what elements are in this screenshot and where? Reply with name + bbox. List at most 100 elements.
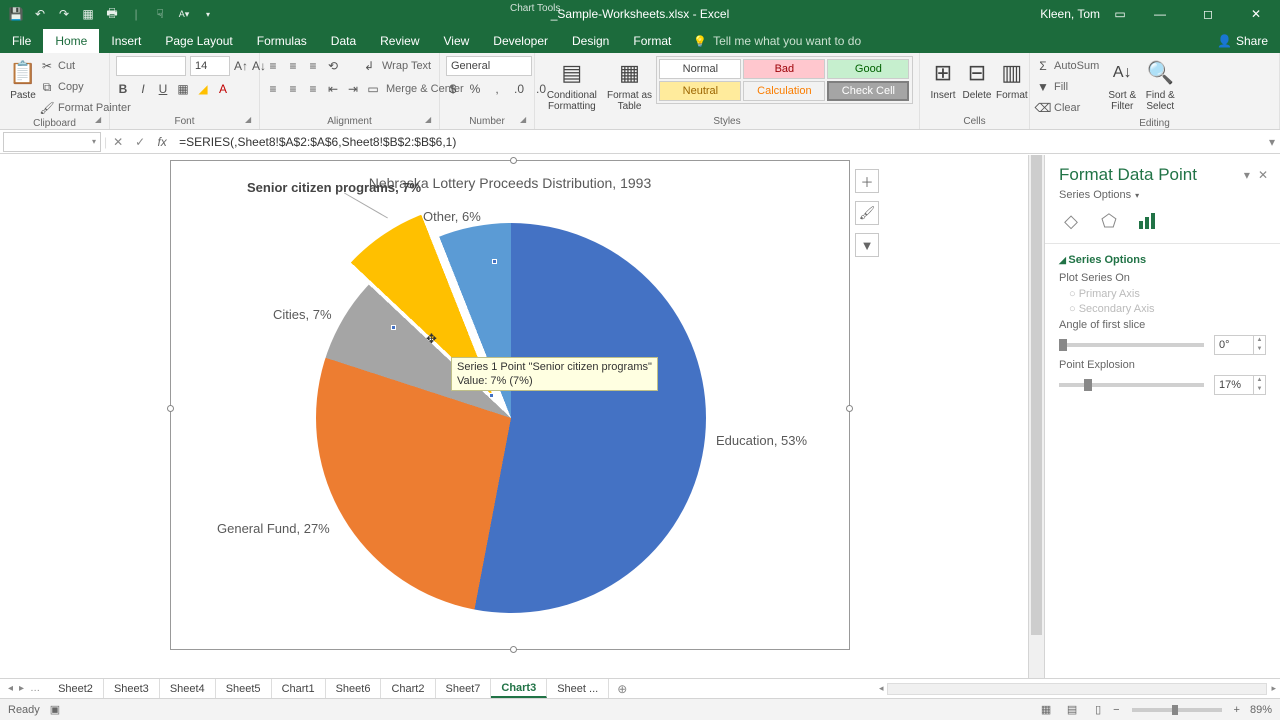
tab-review[interactable]: Review <box>368 29 431 53</box>
sort-filter-button[interactable]: A↓Sort & Filter <box>1103 56 1141 114</box>
worksheet-area[interactable]: Nebraska Lottery Proceeds Distribution, … <box>0 155 1028 680</box>
align-top-icon[interactable]: ≡ <box>266 59 280 73</box>
sheet-tab[interactable]: Chart1 <box>272 679 326 698</box>
border-icon[interactable]: ▦ <box>176 82 190 96</box>
style-calculation[interactable]: Calculation <box>743 81 825 101</box>
sheet-tab[interactable]: Sheet5 <box>216 679 272 698</box>
paste-button[interactable]: 📋 Paste <box>6 56 40 103</box>
tab-page-layout[interactable]: Page Layout <box>153 29 244 53</box>
grow-font-icon[interactable]: A↑ <box>234 59 248 73</box>
page-layout-view-icon[interactable]: ▤ <box>1061 702 1083 718</box>
zoom-level[interactable]: 89% <box>1250 704 1272 716</box>
wrap-text-button[interactable]: Wrap Text <box>382 60 431 72</box>
tell-me-search[interactable]: Tell me what you want to do <box>683 29 871 53</box>
format-as-table-button[interactable]: ▦ Format as Table <box>603 56 657 114</box>
sheet-tab[interactable]: Sheet ... <box>547 679 609 698</box>
chevron-down-icon[interactable]: ▾ <box>92 137 96 146</box>
qat-icon[interactable]: A▾ <box>176 6 192 22</box>
formula-input[interactable]: =SERIES(,Sheet8!$A$2:$A$6,Sheet8!$B$2:$B… <box>173 135 1264 149</box>
sheet-nav[interactable]: ◂▸… <box>0 679 48 698</box>
sheet-tab[interactable]: Sheet7 <box>436 679 492 698</box>
inc-decimal-icon[interactable]: .0 <box>512 82 526 96</box>
save-icon[interactable]: 💾 <box>8 6 24 22</box>
enter-formula-icon[interactable]: ✓ <box>129 135 151 149</box>
touch-icon[interactable]: ☟ <box>152 6 168 22</box>
chart-styles-button[interactable]: 🖌 <box>855 201 879 225</box>
number-format-combo[interactable]: General <box>446 56 532 76</box>
undo-icon[interactable]: ↶ <box>32 6 48 22</box>
explosion-input[interactable]: 17%▲▼ <box>1214 375 1266 395</box>
fill-line-icon[interactable]: ◇ <box>1059 209 1083 233</box>
page-break-view-icon[interactable]: ▯ <box>1087 702 1109 718</box>
align-center-icon[interactable]: ≡ <box>286 82 300 96</box>
angle-slider[interactable] <box>1059 343 1204 347</box>
sheet-tab[interactable]: Sheet4 <box>160 679 216 698</box>
expand-formula-bar-icon[interactable]: ▾ <box>1264 135 1280 149</box>
autosum-button[interactable]: ΣAutoSum <box>1036 56 1099 76</box>
style-neutral[interactable]: Neutral <box>659 81 741 101</box>
font-size-combo[interactable]: 14 <box>190 56 230 76</box>
dialog-launcher-icon[interactable]: ◢ <box>95 115 107 127</box>
zoom-out-icon[interactable]: − <box>1113 704 1119 716</box>
label-education[interactable]: Education, 53% <box>716 433 807 448</box>
bold-icon[interactable]: B <box>116 82 130 96</box>
qat-icon[interactable]: 🖶 <box>104 6 120 22</box>
close-button[interactable]: ✕ <box>1236 0 1276 28</box>
insert-function-icon[interactable]: fx <box>151 135 173 149</box>
italic-icon[interactable]: I <box>136 82 150 96</box>
pie-chart[interactable]: ✥ <box>316 223 706 613</box>
format-cells-button[interactable]: ▥Format <box>994 56 1030 103</box>
orientation-icon[interactable]: ⟲ <box>326 59 340 73</box>
style-bad[interactable]: Bad <box>743 59 825 79</box>
series-options-icon[interactable] <box>1135 209 1159 233</box>
pane-close-icon[interactable]: ✕ <box>1258 168 1268 182</box>
label-senior[interactable]: Senior citizen programs, 7% <box>247 180 347 195</box>
sheet-tab[interactable]: Sheet6 <box>326 679 382 698</box>
angle-input[interactable]: 0°▲▼ <box>1214 335 1266 355</box>
font-name-combo[interactable] <box>116 56 186 76</box>
chart-filters-button[interactable]: ▼ <box>855 233 879 257</box>
cell-styles-gallery[interactable]: Normal Bad Good Neutral Calculation Chec… <box>656 56 913 104</box>
tab-formulas[interactable]: Formulas <box>245 29 319 53</box>
dialog-launcher-icon[interactable]: ◢ <box>245 115 257 127</box>
tab-developer[interactable]: Developer <box>481 29 560 53</box>
label-other[interactable]: Other, 6% <box>423 209 481 224</box>
qat-more-icon[interactable]: ▾ <box>200 6 216 22</box>
new-sheet-button[interactable]: ⊕ <box>609 679 635 698</box>
tab-chart-design[interactable]: Design <box>560 29 621 53</box>
comma-icon[interactable]: , <box>490 82 504 96</box>
fill-color-icon[interactable]: ◢ <box>196 82 210 96</box>
sheet-tab-active[interactable]: Chart3 <box>491 679 547 698</box>
sheet-tab[interactable]: Sheet2 <box>48 679 104 698</box>
label-general-fund[interactable]: General Fund, 27% <box>217 521 330 536</box>
redo-icon[interactable]: ↷ <box>56 6 72 22</box>
zoom-in-icon[interactable]: + <box>1234 704 1240 716</box>
style-normal[interactable]: Normal <box>659 59 741 79</box>
dialog-launcher-icon[interactable]: ◢ <box>425 115 437 127</box>
cancel-formula-icon[interactable]: ✕ <box>107 135 129 149</box>
align-middle-icon[interactable]: ≡ <box>286 59 300 73</box>
conditional-formatting-button[interactable]: ▤ Conditional Formatting <box>541 56 603 114</box>
label-cities[interactable]: Cities, 7% <box>273 307 332 322</box>
minimize-button[interactable]: — <box>1140 0 1180 28</box>
dialog-launcher-icon[interactable]: ◢ <box>520 115 532 127</box>
tab-insert[interactable]: Insert <box>99 29 153 53</box>
font-color-icon[interactable]: A <box>216 82 230 96</box>
percent-icon[interactable]: % <box>468 82 482 96</box>
align-bottom-icon[interactable]: ≡ <box>306 59 320 73</box>
share-button[interactable]: 👤Share <box>1205 29 1280 53</box>
pane-options-icon[interactable]: ▾ <box>1244 168 1250 182</box>
fill-button[interactable]: ▼Fill <box>1036 77 1099 97</box>
underline-icon[interactable]: U <box>156 82 170 96</box>
clear-button[interactable]: ⌫Clear <box>1036 98 1099 118</box>
tab-file[interactable]: File <box>0 29 43 53</box>
vertical-scrollbar[interactable] <box>1028 155 1044 680</box>
currency-icon[interactable]: $ <box>446 82 460 96</box>
indent-dec-icon[interactable]: ⇤ <box>326 82 340 96</box>
effects-icon[interactable]: ⬠ <box>1097 209 1121 233</box>
pane-dropdown[interactable]: Series Options▾ <box>1045 189 1280 209</box>
chart-elements-button[interactable]: ＋ <box>855 169 879 193</box>
align-left-icon[interactable]: ≡ <box>266 82 280 96</box>
zoom-slider[interactable] <box>1132 708 1222 712</box>
macro-record-icon[interactable]: ▣ <box>50 703 60 716</box>
